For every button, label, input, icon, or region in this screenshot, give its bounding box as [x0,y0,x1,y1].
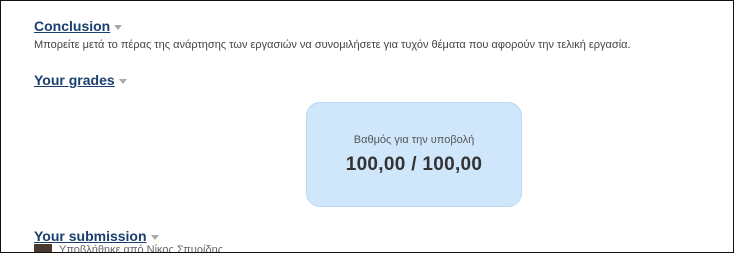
submission-title: Your submission [34,228,147,244]
avatar [34,244,52,252]
chevron-down-icon[interactable] [114,24,123,30]
submission-heading[interactable]: Your submission [34,228,159,244]
grade-label: Βαθμός για την υποβολή [353,133,475,146]
grade-box: Βαθμός για την υποβολή 100,00 / 100,00 [306,102,522,207]
chevron-down-icon[interactable] [118,78,127,84]
grades-heading[interactable]: Your grades [34,72,127,88]
conclusion-section: Conclusion Μπορείτε μετά το πέρας της αν… [34,18,631,51]
grades-title: Your grades [34,72,115,88]
submission-partial-text: Υποβλήθηκε από Νίκος Σπυρίδης [59,244,224,253]
grade-value: 100,00 / 100,00 [345,153,483,175]
page-frame: Conclusion Μπορείτε μετά το πέρας της αν… [0,0,734,253]
conclusion-heading[interactable]: Conclusion [34,18,123,34]
grades-section: Your grades [34,72,127,90]
conclusion-title: Conclusion [34,18,111,34]
conclusion-description: Μπορείτε μετά το πέρας της ανάρτησης των… [34,39,631,51]
chevron-down-icon[interactable] [150,234,159,240]
